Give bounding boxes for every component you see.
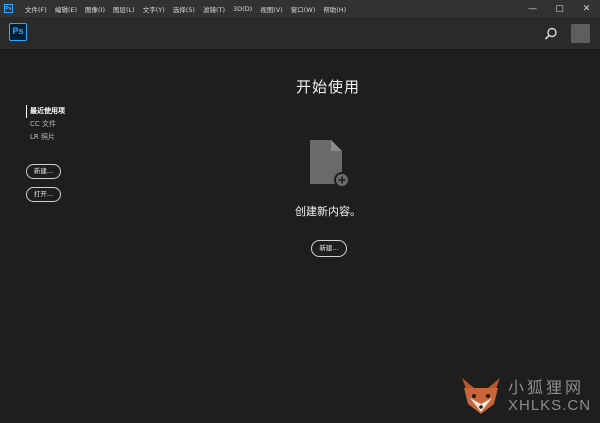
menu-view[interactable]: 视图(V)	[260, 4, 283, 14]
window-controls: — ▢ ✕	[519, 0, 600, 17]
search-icon[interactable]	[543, 26, 559, 42]
menu-bar: Ps 文件(F) 编辑(E) 图像(I) 图层(L) 文字(Y) 选择(S) 滤…	[0, 0, 600, 17]
menu-image[interactable]: 图像(I)	[85, 4, 105, 14]
menu-type[interactable]: 文字(Y)	[143, 4, 165, 14]
minimize-button[interactable]: —	[519, 0, 546, 17]
menu-edit[interactable]: 编辑(E)	[55, 4, 77, 14]
sidebar-item-lr-photos[interactable]: LR 照片	[26, 131, 126, 144]
menu-3d[interactable]: 3D(D)	[233, 5, 252, 13]
maximize-button[interactable]: ▢	[546, 0, 573, 17]
sidebar-item-cc-files[interactable]: CC 文件	[26, 118, 126, 131]
watermark-en: XHLKS.CN	[508, 397, 592, 414]
sidebar-new-button[interactable]: 新建...	[26, 164, 61, 179]
sidebar: 最近使用项 CC 文件 LR 照片	[26, 105, 126, 144]
fox-logo-icon	[462, 378, 500, 414]
app-icon[interactable]: Ps	[4, 4, 13, 13]
photoshop-logo[interactable]: Ps	[9, 23, 27, 41]
menu-layer[interactable]: 图层(L)	[113, 4, 135, 14]
sidebar-item-recent[interactable]: 最近使用项	[26, 105, 126, 118]
menu-help[interactable]: 帮助(H)	[323, 4, 346, 14]
menu-filter[interactable]: 滤镜(T)	[203, 4, 225, 14]
home-header: Ps	[0, 17, 600, 50]
close-button[interactable]: ✕	[573, 0, 600, 17]
main-new-button[interactable]: 新建...	[311, 240, 347, 257]
page-title: 开始使用	[295, 78, 360, 96]
menu-select[interactable]: 选择(S)	[173, 4, 195, 14]
sidebar-open-button[interactable]: 打开...	[26, 187, 61, 202]
avatar[interactable]	[571, 24, 590, 43]
watermark-cn: 小狐狸网	[508, 378, 585, 397]
menu-window[interactable]: 窗口(W)	[291, 4, 316, 14]
new-document-icon	[310, 140, 350, 188]
menu-file[interactable]: 文件(F)	[25, 4, 47, 14]
create-new-text: 创建新内容。	[295, 205, 361, 218]
